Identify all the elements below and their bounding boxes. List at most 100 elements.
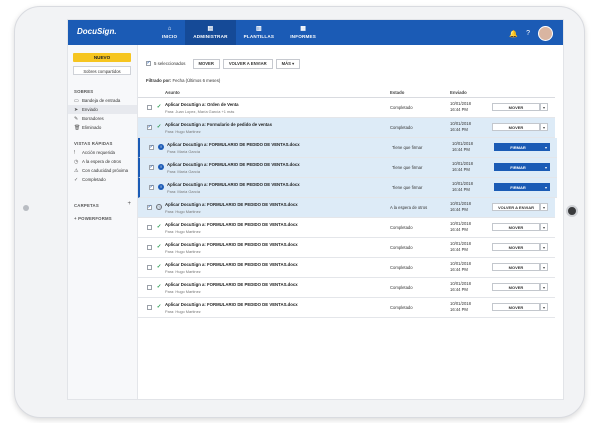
- row-checkbox[interactable]: [147, 265, 152, 270]
- row-subject: Aplicar DocuSign a: Orden de Venta: [165, 102, 239, 107]
- row-recipients: Para: María García: [167, 189, 201, 194]
- chevron-down-icon[interactable]: ▾: [540, 123, 548, 131]
- avatar[interactable]: [538, 26, 553, 41]
- alert-icon: !: [74, 149, 76, 156]
- table-row[interactable]: ! Aplicar DocuSign a: FORMULARIO DE PEDI…: [138, 138, 557, 158]
- table-row[interactable]: ✓ Aplicar DocuSign a: FORMULARIO DE PEDI…: [138, 218, 555, 238]
- column-status[interactable]: Estado: [390, 90, 404, 95]
- clock-icon: ◷: [74, 158, 79, 165]
- row-recipients: Para: María García: [167, 149, 201, 154]
- row-action-button[interactable]: MOVER: [492, 283, 540, 291]
- sidebar-item-completed[interactable]: ✓ Completado: [68, 175, 137, 184]
- row-action-button[interactable]: MOVER: [492, 103, 540, 111]
- sidebar-item-sent[interactable]: ➤ Enviado: [68, 105, 137, 114]
- row-action-button[interactable]: FIRMAR: [494, 183, 542, 191]
- row-status: Completado: [390, 245, 413, 250]
- row-date: 10/01/2018 16:44 PM: [450, 301, 471, 312]
- row-date: 10/01/2018 16:44 PM: [452, 161, 473, 172]
- move-button[interactable]: MOVER: [192, 58, 220, 69]
- row-action-button[interactable]: MOVER: [492, 123, 540, 131]
- table-header: Asunto Estado Enviado: [138, 88, 555, 98]
- row-checkbox[interactable]: [147, 245, 152, 250]
- sidebar-item-inbox[interactable]: ▭ Bandeja de entrada: [68, 96, 137, 105]
- chevron-down-icon[interactable]: ▾: [540, 203, 548, 211]
- filter-value[interactable]: Fecha (Últimos 6 meses): [173, 78, 221, 83]
- quick-views-section-title: VISTAS RÁPIDAS: [74, 141, 113, 146]
- bell-icon[interactable]: 🔔: [509, 30, 518, 38]
- completed-check-icon: ✓: [156, 124, 162, 130]
- sidebar-item-label: Completado: [82, 177, 106, 182]
- sidebar-item-waiting[interactable]: ◷ A la espera de otros: [68, 157, 137, 166]
- sidebar-item-label: Acción requerida: [82, 150, 115, 155]
- warning-icon: ⚠: [74, 167, 79, 174]
- column-subject[interactable]: Asunto: [165, 90, 180, 95]
- row-checkbox[interactable]: [147, 204, 152, 210]
- table-row[interactable]: ✓ Aplicar DocuSign a: FORMULARIO DE PEDI…: [138, 298, 555, 318]
- table-row[interactable]: ✓ Aplicar DocuSign a: Orden de Venta Par…: [138, 98, 555, 118]
- table-row[interactable]: ◷ Aplicar DocuSign a: FORMULARIO DE PEDI…: [138, 198, 555, 218]
- row-action-button[interactable]: VOLVER A ENVIAR: [492, 203, 540, 211]
- sidebar-item-drafts[interactable]: ✎ Borradores: [68, 114, 137, 123]
- column-sent[interactable]: Enviado: [450, 90, 467, 95]
- chevron-down-icon[interactable]: ▾: [540, 303, 548, 311]
- row-checkbox[interactable]: [147, 305, 152, 310]
- nav-label: INFORMES: [290, 34, 317, 39]
- row-action-button[interactable]: MOVER: [492, 263, 540, 271]
- chevron-down-icon[interactable]: ▾: [540, 223, 548, 231]
- home-button[interactable]: [566, 205, 578, 217]
- chevron-down-icon[interactable]: ▾: [542, 143, 550, 151]
- docusign-logo[interactable]: DocuSign.: [77, 27, 117, 36]
- row-action-button[interactable]: FIRMAR: [494, 143, 542, 151]
- table-row[interactable]: ✓ Aplicar DocuSign a: FORMULARIO DE PEDI…: [138, 238, 555, 258]
- sidebar-item-deleted[interactable]: 🗑 Eliminado: [68, 123, 137, 132]
- powerforms-link[interactable]: + POWERFORMS: [74, 216, 112, 221]
- table-row[interactable]: ✓ Aplicar DocuSign a: FORMULARIO DE PEDI…: [138, 258, 555, 278]
- camera-dot: [23, 205, 29, 211]
- nav-inicio[interactable]: ⌂ INICIO: [154, 20, 185, 45]
- chevron-down-icon[interactable]: ▾: [540, 263, 548, 271]
- select-all-checkbox[interactable]: [146, 60, 151, 66]
- shared-envelopes-button[interactable]: Sobres compartidos: [73, 66, 131, 75]
- row-action-button[interactable]: MOVER: [492, 223, 540, 231]
- chevron-down-icon[interactable]: ▾: [542, 183, 550, 191]
- row-action-button[interactable]: MOVER: [492, 243, 540, 251]
- row-checkbox[interactable]: [149, 184, 154, 190]
- tablet-frame: DocuSign. ⌂ INICIO ▤ ADMINISTRAR ▥ PLANT…: [14, 6, 585, 418]
- row-checkbox[interactable]: [149, 144, 154, 150]
- row-recipients: Para: Hugo Martinez: [165, 249, 201, 254]
- row-date: 10/01/2018 16:44 PM: [450, 281, 471, 292]
- add-folder-icon[interactable]: +: [127, 201, 131, 207]
- resend-button[interactable]: VOLVER A ENVIAR: [222, 58, 273, 69]
- row-checkbox[interactable]: [147, 124, 152, 130]
- nav-informes[interactable]: ▦ INFORMES: [282, 20, 324, 45]
- table-row[interactable]: ! Aplicar DocuSign a: FORMULARIO DE PEDI…: [138, 178, 557, 198]
- row-checkbox[interactable]: [147, 285, 152, 290]
- chevron-down-icon[interactable]: ▾: [540, 283, 548, 291]
- row-checkbox[interactable]: [149, 164, 154, 170]
- header-actions: 🔔 ?: [509, 26, 553, 41]
- inbox-icon: ▭: [74, 97, 79, 104]
- chevron-down-icon[interactable]: ▾: [542, 163, 550, 171]
- row-subject: Aplicar DocuSign a: Formulario de pedido…: [165, 122, 272, 127]
- chevron-down-icon[interactable]: ▾: [540, 243, 548, 251]
- filter-label: Filtrado por:: [146, 78, 172, 83]
- help-icon[interactable]: ?: [526, 30, 530, 37]
- sidebar-item-action-required[interactable]: ! Acción requerida: [68, 148, 137, 157]
- nav-plantillas[interactable]: ▥ PLANTILLAS: [236, 20, 283, 45]
- table-row[interactable]: ! Aplicar DocuSign a: FORMULARIO DE PEDI…: [138, 158, 557, 178]
- table-row[interactable]: ✓ Aplicar DocuSign a: FORMULARIO DE PEDI…: [138, 278, 555, 298]
- table-row[interactable]: ✓ Aplicar DocuSign a: Formulario de pedi…: [138, 118, 555, 138]
- folders-section-title: CARPETAS: [74, 203, 99, 208]
- new-button[interactable]: NUEVO: [73, 53, 131, 62]
- nav-administrar[interactable]: ▤ ADMINISTRAR: [185, 20, 236, 45]
- row-status: Completado: [390, 125, 413, 130]
- envelope-list-panel: 5 seleccionados MOVER VOLVER A ENVIAR MÁ…: [138, 45, 563, 399]
- more-dropdown[interactable]: MÁS ▾: [275, 58, 301, 69]
- sidebar-item-expiring[interactable]: ⚠ Con caducidad próxima: [68, 166, 137, 175]
- chevron-down-icon[interactable]: ▾: [540, 103, 548, 111]
- pencil-icon: ✎: [74, 115, 79, 122]
- row-action-button[interactable]: FIRMAR: [494, 163, 542, 171]
- row-checkbox[interactable]: [147, 105, 152, 110]
- row-action-button[interactable]: MOVER: [492, 303, 540, 311]
- row-checkbox[interactable]: [147, 225, 152, 230]
